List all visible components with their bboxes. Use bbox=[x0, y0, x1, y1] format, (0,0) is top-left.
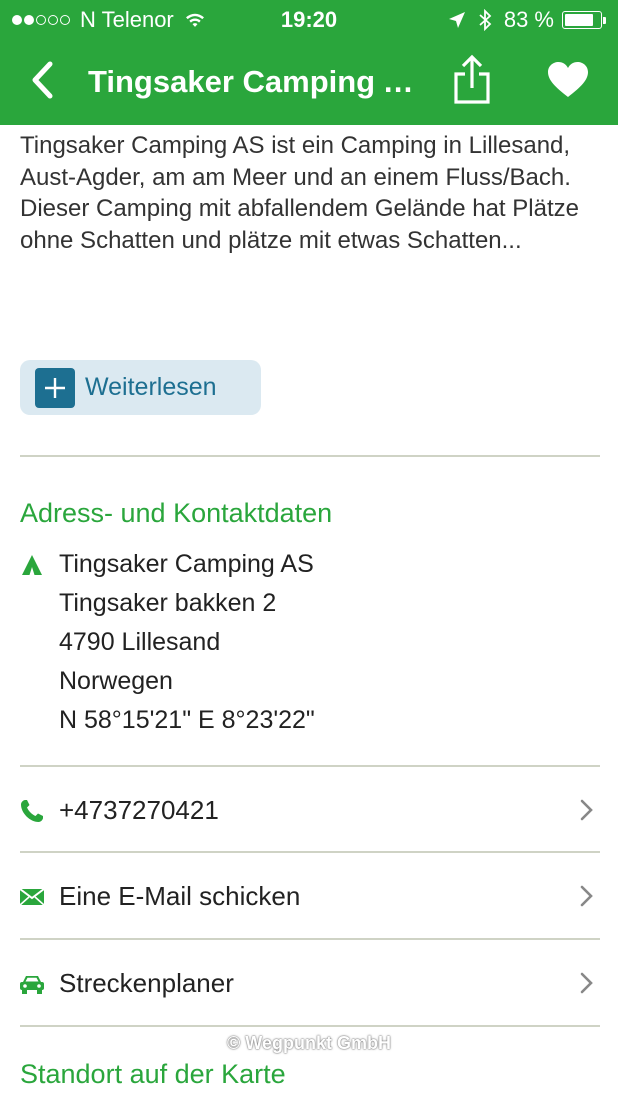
copyright-watermark: © Wegpunkt GmbH bbox=[227, 1033, 391, 1053]
map-section-title[interactable]: Standort auf der Karte bbox=[20, 1059, 286, 1090]
chevron-right-icon bbox=[580, 799, 593, 821]
plus-icon bbox=[35, 367, 75, 408]
address-line-country: Norwegen bbox=[59, 667, 173, 695]
heart-icon bbox=[548, 62, 588, 97]
address-line-name: Tingsaker Camping AS bbox=[59, 550, 314, 578]
phone-row[interactable]: +4737270421 bbox=[0, 767, 618, 853]
address-block: Tingsaker Camping AS Tingsaker bakken 2 … bbox=[59, 545, 315, 740]
route-planner-row[interactable]: Streckenplaner bbox=[0, 940, 618, 1026]
share-icon bbox=[454, 54, 490, 104]
tent-icon bbox=[22, 555, 42, 575]
header-bar: N Telenor 19:20 83 % Tingsaker Camping A… bbox=[0, 0, 618, 125]
mail-icon bbox=[18, 883, 46, 911]
chevron-right-icon bbox=[580, 972, 593, 994]
phone-icon bbox=[18, 797, 46, 825]
address-line-coordinates: N 58°15'21" E 8°23'22" bbox=[59, 706, 315, 734]
campsite-description: Tingsaker Camping AS ist ein Camping in … bbox=[20, 132, 579, 254]
email-row[interactable]: Eine E-Mail schicken bbox=[0, 853, 618, 939]
status-bar: N Telenor 19:20 83 % bbox=[0, 0, 618, 40]
bluetooth-icon bbox=[479, 9, 492, 31]
location-arrow-icon bbox=[448, 12, 465, 28]
contact-section-title: Adress- und Kontaktdaten bbox=[20, 498, 333, 528]
back-button[interactable] bbox=[22, 58, 62, 102]
read-more-button[interactable]: Weiterlesen bbox=[20, 360, 261, 415]
page-title: Tingsaker Camping AS bbox=[88, 64, 418, 99]
navigation-bar: Tingsaker Camping AS bbox=[0, 40, 618, 125]
address-line-city: 4790 Lillesand bbox=[59, 628, 221, 656]
email-label: Eine E-Mail schicken bbox=[59, 881, 301, 911]
phone-number: +4737270421 bbox=[59, 795, 219, 825]
chevron-left-icon bbox=[32, 61, 53, 99]
address-line-street: Tingsaker bakken 2 bbox=[59, 589, 277, 617]
car-icon bbox=[18, 970, 46, 998]
route-planner-label: Streckenplaner bbox=[59, 968, 234, 998]
divider bbox=[20, 455, 600, 457]
battery-percent: 83 % bbox=[503, 7, 554, 32]
read-more-label: Weiterlesen bbox=[85, 373, 217, 401]
favorite-button[interactable] bbox=[544, 58, 592, 102]
share-button[interactable] bbox=[448, 52, 496, 108]
chevron-right-icon bbox=[580, 885, 593, 907]
divider bbox=[20, 1025, 600, 1027]
battery-icon bbox=[562, 11, 606, 29]
